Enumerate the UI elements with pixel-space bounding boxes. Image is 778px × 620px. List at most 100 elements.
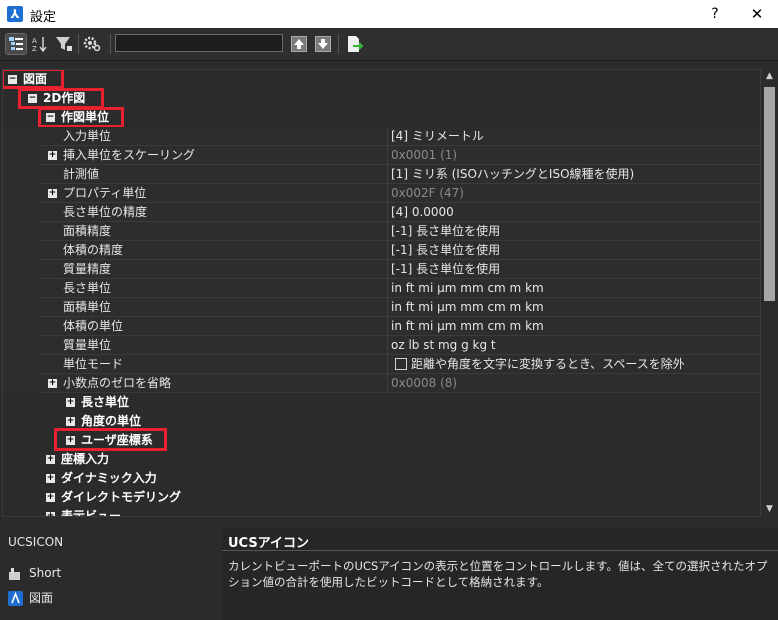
scroll-down-icon[interactable]: ▼ [762,502,777,517]
column-divider [387,241,388,260]
column-divider [387,146,388,165]
property-row[interactable]: 長さ単位の精度 [4] 0.0000 [3,203,760,222]
property-row[interactable]: + 小数点のゼロを省略 0x0008 (8) [3,374,760,393]
description-text: カレントビューポートのUCSアイコンの表示と位置をコントロールします。値は、全て… [228,559,768,589]
property-label: 単位モード [63,357,124,371]
property-label: 挿入単位をスケーリング [63,148,196,162]
highlight-box [18,88,104,109]
property-row[interactable]: 質量単位 oz lb st mg g kg t [3,336,760,355]
expand-icon[interactable]: + [48,151,57,160]
arrow-up-icon [294,39,304,49]
highlight-box [38,107,124,128]
variable-type: Short [8,566,61,581]
expand-icon[interactable]: + [46,455,55,464]
expand-icon[interactable]: + [46,493,55,502]
property-value[interactable]: oz lb st mg g kg t [391,336,496,355]
next-match-button[interactable] [315,36,331,52]
property-label: 長さ単位 [63,281,112,295]
description-panel: UCSアイコン カレントビューポートのUCSアイコンの表示と位置をコントロールし… [222,528,778,620]
tree-group-2d-drafting[interactable]: − 2D作図 [3,89,760,108]
expand-icon[interactable]: + [48,379,57,388]
property-row[interactable]: 体積の単位 in ft mi µm mm cm m km [3,317,760,336]
property-value[interactable]: [1] ミリ系 (ISOハッチングとISO線種を使用) [391,165,634,184]
property-label: 体積の単位 [63,319,124,333]
property-row[interactable]: 長さ単位 in ft mi µm mm cm m km [3,279,760,298]
column-divider [387,279,388,298]
settings-button[interactable] [82,34,102,54]
column-divider [387,165,388,184]
expand-icon[interactable]: + [46,474,55,483]
tree-group-display-view[interactable]: + 表示ビュー [3,507,760,516]
help-button[interactable]: ? [700,2,730,26]
sort-alphabetical-button[interactable]: A Z [30,34,50,54]
gear-icon [83,36,101,52]
export-button[interactable] [344,34,364,54]
property-value[interactable]: 0x002F (47) [391,184,464,203]
column-divider [387,260,388,279]
property-label: 質量精度 [63,262,112,276]
window-title: 設定 [30,10,57,25]
property-checkbox[interactable] [395,358,407,370]
property-label: 入力単位 [63,129,112,143]
column-divider [387,222,388,241]
property-row[interactable]: 質量精度 [-1] 長さ単位を使用 [3,260,760,279]
arrow-down-icon [318,39,328,49]
description-title: UCSアイコン [228,536,310,551]
scroll-up-icon[interactable]: ▲ [762,69,777,84]
filter-button[interactable] [54,34,74,54]
property-value[interactable]: [-1] 長さ単位を使用 [391,241,500,260]
property-value[interactable]: [4] ミリメートル [391,127,484,146]
previous-match-button[interactable] [291,36,307,52]
expand-icon[interactable]: + [48,189,57,198]
column-divider [387,317,388,336]
property-row[interactable]: 単位モード 距離や角度を文字に変換するとき、スペースを除外 [3,355,760,374]
property-value[interactable]: [4] 0.0000 [391,203,454,222]
property-row[interactable]: 面積精度 [-1] 長さ単位を使用 [3,222,760,241]
property-label: 質量単位 [63,338,112,352]
search-input[interactable] [115,34,283,52]
tree-group-drawing[interactable]: − 図面 [3,70,760,89]
property-row[interactable]: + 挿入単位をスケーリング 0x0001 (1) [3,146,760,165]
expand-icon[interactable]: + [66,417,75,426]
close-button[interactable]: ✕ [742,2,772,26]
svg-text:A: A [32,37,37,45]
tree-group-dynamic-input[interactable]: + ダイナミック入力 [3,469,760,488]
property-row[interactable]: 面積単位 in ft mi µm mm cm m km [3,298,760,317]
column-divider [387,203,388,222]
property-value[interactable]: [-1] 長さ単位を使用 [391,222,500,241]
tree-scrollbar[interactable]: ▲ ▼ [762,69,777,517]
property-value[interactable]: in ft mi µm mm cm m km [391,298,544,317]
property-value[interactable]: in ft mi µm mm cm m km [391,279,544,298]
scroll-thumb[interactable] [764,87,775,301]
column-divider [387,374,388,393]
property-value[interactable]: 0x0008 (8) [391,374,457,393]
column-divider [387,184,388,203]
property-label: 小数点のゼロを省略 [63,376,172,390]
categorized-view-button[interactable] [5,33,27,55]
property-row[interactable]: 体積の精度 [-1] 長さ単位を使用 [3,241,760,260]
expand-icon[interactable]: + [46,512,55,516]
property-label: 計測値 [63,167,100,181]
property-value[interactable]: [-1] 長さ単位を使用 [391,260,500,279]
property-value: 距離や角度を文字に変換するとき、スペースを除外 [411,357,685,371]
property-row[interactable]: 計測値 [1] ミリ系 (ISOハッチングとISO線種を使用) [3,165,760,184]
column-divider [387,127,388,146]
details-area: UCSICON Short 図面 UCSアイコン カレントビューポートのUCSア… [0,522,778,620]
sort-az-icon: A Z [32,37,47,53]
property-value[interactable]: 0x0001 (1) [391,146,457,165]
app-logo-icon: ⅄ [7,6,23,22]
expand-icon[interactable]: + [66,398,75,407]
tree-group-length-units[interactable]: + 長さ単位 [3,393,760,412]
highlight-box [54,428,167,451]
column-divider [387,336,388,355]
variable-name: UCSICON [8,535,64,549]
tree-group-direct-modeling[interactable]: + ダイレクトモデリング [3,488,760,507]
column-divider [387,355,388,374]
filter-icon [56,37,72,51]
property-row[interactable]: + プロパティ単位 0x002F (47) [3,184,760,203]
property-row[interactable]: 入力単位 [4] ミリメートル [3,127,760,146]
settings-tree[interactable]: − 図面 − 2D作図 − 作図単位 入力単位 [4] ミリメートル + 挿入単位をス… [2,69,761,517]
tree-group-coordinate-input[interactable]: + 座標入力 [3,450,760,469]
property-value[interactable]: in ft mi µm mm cm m km [391,317,544,336]
title-bar: ⅄ 設定 ? ✕ [0,0,778,28]
